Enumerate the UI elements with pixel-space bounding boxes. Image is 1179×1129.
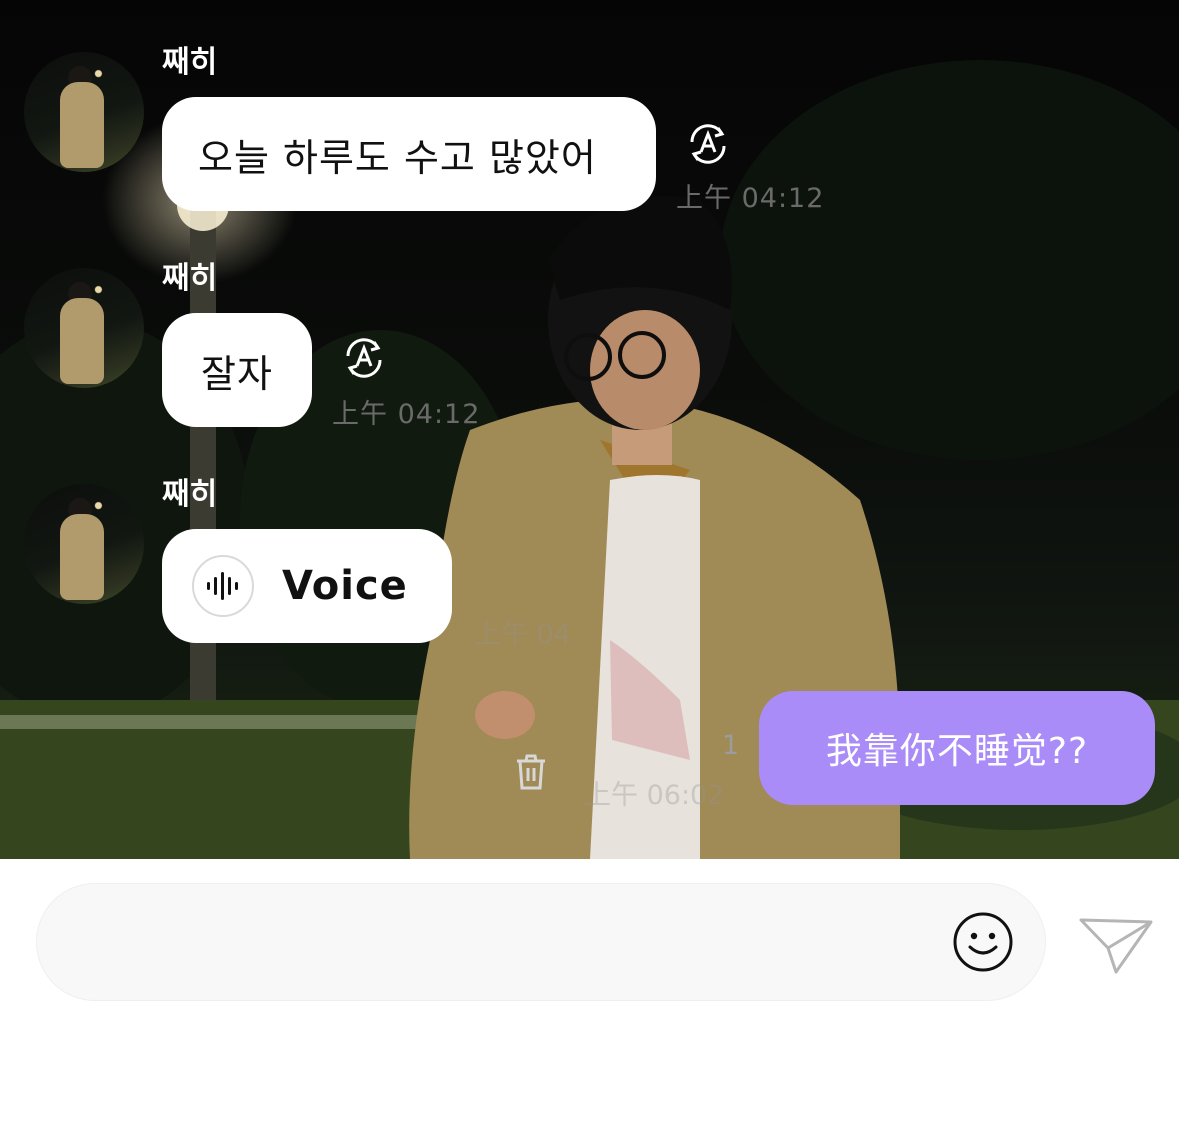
message-text: 我靠你不睡觉?? [825,731,1089,772]
message-time: 上午 04:12 [332,399,481,430]
unread-count: 1 [722,730,740,761]
translate-icon[interactable] [684,120,732,168]
send-icon[interactable] [1078,914,1154,974]
message-bubble[interactable]: 오늘 하루도 수고 많았어 [162,97,656,211]
message-bubble[interactable]: 잘자 [162,313,312,427]
faded-time: 上午 06:02 [584,780,725,811]
avatar-figure [60,82,104,168]
avatar-figure [60,298,104,384]
voice-label: Voice [282,563,408,609]
message-text: 오늘 하루도 수고 많았어 [198,135,597,180]
avatar-figure [60,514,104,600]
sender-name: 째히 [162,261,218,296]
sent-message-bubble[interactable]: 我靠你不睡觉?? [759,691,1155,805]
voice-waveform-icon[interactable] [192,555,254,617]
avatar[interactable] [24,268,144,388]
voice-message-bubble[interactable]: Voice [162,529,452,643]
chat-area: 째히 오늘 하루도 수고 많았어 上午 04:12 째히 잘자 上午 04:12… [0,0,1179,859]
sender-name: 째히 [162,45,218,80]
sender-name: 째히 [162,477,218,512]
message-text: 잘자 [201,351,273,396]
avatar[interactable] [24,52,144,172]
composer-bar [0,859,1179,1129]
message-input[interactable] [77,908,941,978]
message-time: 上午 04:12 [676,183,825,214]
faded-time: 上午 04 [474,619,571,650]
message-input-container[interactable] [36,883,1046,1001]
avatar[interactable] [24,484,144,604]
emoji-icon[interactable] [952,911,1014,973]
trash-icon[interactable] [513,752,549,792]
translate-icon[interactable] [340,334,388,382]
